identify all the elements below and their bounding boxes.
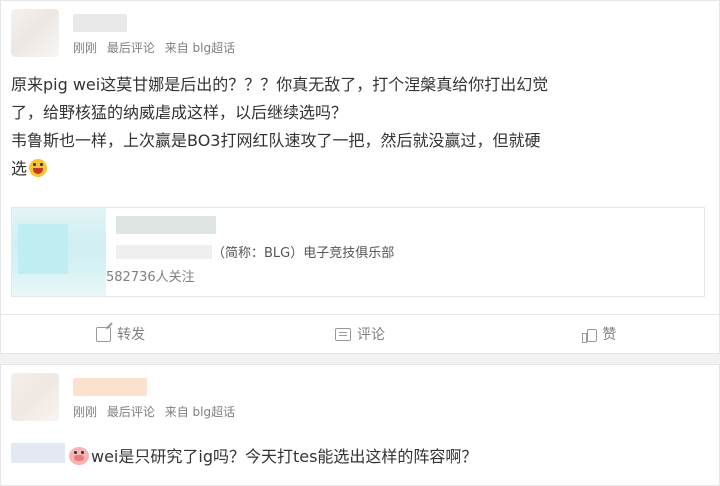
club-name-blurred [116,216,216,234]
post-text-content: wei是只研究了ig吗？今天打tes能选出这样的阵容啊？ [91,447,478,466]
embedded-page-card[interactable]: （简称：BLG）电子竞技俱乐部 582736人关注 [11,207,705,297]
post-time: 刚刚 [73,41,98,55]
pig-face-icon [69,447,89,465]
post-card: 刚刚 最后评论 来自 blg超话 原来pig wei这莫甘娜是后出的？？？你真无… [0,0,720,354]
comment-icon [334,327,351,341]
action-bar: 转发 评论 赞 [1,314,719,353]
avatar[interactable] [11,9,59,57]
username-blurred[interactable] [73,378,147,396]
post-text-line: 韦鲁斯也一样，上次赢是BO3打网红队速攻了一把，然后就没赢过，但就硬 [11,131,541,150]
blurred-text [116,245,212,259]
post-type: 最后评论 [106,41,155,55]
post-text: 原来pig wei这莫甘娜是后出的？？？你真无敌了，打个涅槃真给你打出幻觉 了，… [11,71,701,183]
post-type: 最后评论 [106,405,155,419]
club-description-text: （简称：BLG）电子竞技俱乐部 [212,246,395,261]
post-source[interactable]: 来自 blg超话 [165,405,235,419]
club-logo-image [12,208,106,296]
post-text-line: 选 [11,155,701,183]
post-meta: 刚刚 最后评论 来自 blg超话 [73,403,241,420]
post-meta: 刚刚 最后评论 来自 blg超话 [73,39,241,56]
post-text: wei是只研究了ig吗？今天打tes能选出这样的阵容啊？ [69,443,720,471]
post-time: 刚刚 [73,405,98,419]
post-card: 刚刚 最后评论 来自 blg超话 wei是只研究了ig吗？今天打tes能选出这样… [0,364,720,486]
comment-label: 评论 [356,327,385,343]
follower-count: 582736人关注 [106,270,195,285]
comment-button[interactable]: 评论 [240,315,479,353]
avatar[interactable] [11,373,59,421]
share-icon [96,326,112,342]
username-blurred[interactable] [73,14,127,32]
post-text-tail: 选 [11,159,28,178]
like-button[interactable]: 赞 [480,315,719,353]
share-button[interactable]: 转发 [1,315,240,353]
post-text-line: 了，给野核猛的纳威虐成这样，以后继续选吗？ [11,103,348,122]
thumbs-up-icon [582,327,598,343]
like-label: 赞 [602,327,617,343]
club-description: （简称：BLG）电子竞技俱乐部 [116,242,394,261]
post-source[interactable]: 来自 blg超话 [165,41,235,55]
weibo-feed: 刚刚 最后评论 来自 blg超话 原来pig wei这莫甘娜是后出的？？？你真无… [0,0,720,486]
share-label: 转发 [117,327,146,343]
blurred-mention [11,443,65,463]
laughing-crying-face-icon [29,159,48,177]
post-text-line: wei是只研究了ig吗？今天打tes能选出这样的阵容啊？ [69,443,720,471]
post-text-line: 原来pig wei这莫甘娜是后出的？？？你真无敌了，打个涅槃真给你打出幻觉 [11,75,549,94]
